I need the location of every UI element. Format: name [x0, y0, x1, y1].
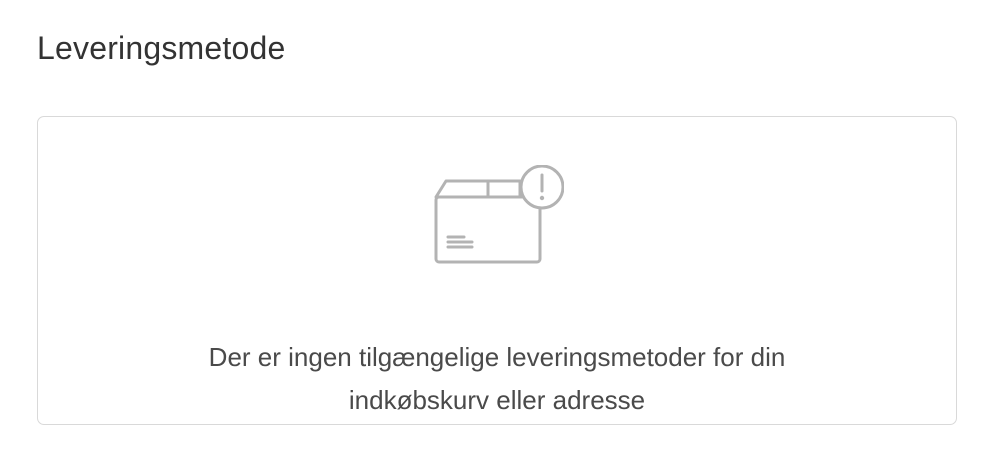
empty-state-message: Der er ingen tilgængelige leveringsmetod… — [38, 336, 956, 422]
empty-state-message-line-1: Der er ingen tilgængelige leveringsmetod… — [208, 342, 786, 372]
package-warning-icon — [434, 165, 564, 264]
empty-state-message-line-2: indkøbskurv eller adresse — [348, 385, 646, 415]
delivery-method-page: Leveringsmetode Der er ingen tilgængelig… — [0, 0, 996, 458]
delivery-methods-empty-state: Der er ingen tilgængelige leveringsmetod… — [37, 116, 957, 425]
section-title: Leveringsmetode — [37, 30, 286, 66]
